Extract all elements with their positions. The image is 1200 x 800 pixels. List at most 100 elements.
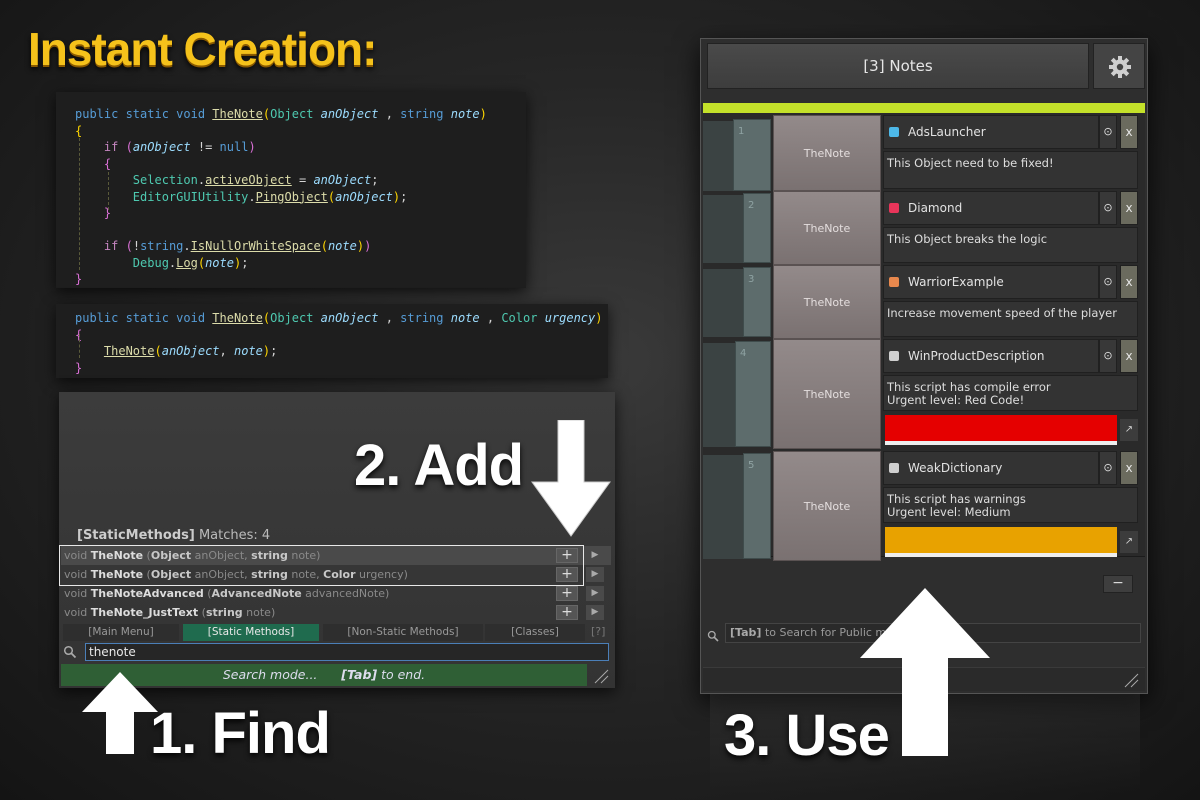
- note-object-name: AdsLauncher: [908, 125, 986, 139]
- status-prefix: Search mode...: [222, 667, 318, 682]
- note-text[interactable]: Increase movement speed of the player: [883, 301, 1138, 337]
- note-gutter: [703, 455, 743, 559]
- note-index[interactable]: 1: [733, 119, 771, 191]
- eyedropper-icon[interactable]: ↗: [1120, 419, 1138, 441]
- arrow-up-icon: [80, 670, 160, 756]
- note-gutter: [703, 343, 735, 447]
- code-token: string: [400, 311, 451, 325]
- eyedropper-icon[interactable]: ↗: [1120, 531, 1138, 553]
- add-method-button[interactable]: +: [556, 586, 578, 601]
- result-row[interactable]: void TheNoteAdvanced (AdvancedNote advan…: [61, 584, 611, 603]
- code-token: PingObject: [255, 189, 328, 204]
- code-line: }: [75, 205, 526, 222]
- note-item: 2 TheNote Diamond ⊙ x This Object breaks the …: [703, 189, 1145, 265]
- code-line: {: [75, 156, 526, 173]
- note-index[interactable]: 2: [743, 193, 771, 263]
- note-item: 1 TheNote AdsLauncher ⊙ x This Object need to…: [703, 113, 1145, 191]
- note-index[interactable]: 5: [743, 453, 771, 559]
- note-remove-button[interactable]: x: [1120, 451, 1138, 485]
- note-ping-icon[interactable]: ⊙: [1099, 339, 1117, 373]
- note-object-field[interactable]: WinProductDescription: [883, 339, 1099, 373]
- run-method-icon[interactable]: ▶: [586, 567, 604, 582]
- code-token: void: [176, 107, 213, 121]
- note-ping-icon[interactable]: ⊙: [1099, 265, 1117, 299]
- note-urgency-color[interactable]: [883, 413, 1119, 447]
- note-text[interactable]: This script has warnings Urgent level: M…: [883, 487, 1138, 523]
- code-line: {: [75, 327, 608, 344]
- note-object-field[interactable]: WeakDictionary: [883, 451, 1099, 485]
- code-token: string: [400, 107, 451, 121]
- mode-tab[interactable]: [Non-Static Methods]: [323, 624, 483, 641]
- note-ping-icon[interactable]: ⊙: [1099, 115, 1117, 149]
- mode-tab[interactable]: [Main Menu]: [63, 624, 179, 641]
- code-token: }: [75, 360, 83, 375]
- note-text[interactable]: This script has compile error Urgent lev…: [883, 375, 1138, 411]
- search-input[interactable]: thenote: [85, 643, 609, 661]
- note-ping-icon[interactable]: ⊙: [1099, 451, 1117, 485]
- result-param-token: (: [203, 587, 212, 600]
- note-text[interactable]: This Object breaks the logic: [883, 227, 1138, 263]
- help-button[interactable]: [?]: [591, 625, 605, 638]
- code-token: note: [450, 107, 480, 121]
- note-object-name: WinProductDescription: [908, 349, 1045, 363]
- code-token: TheNote: [103, 344, 155, 358]
- note-ping-icon[interactable]: ⊙: [1099, 191, 1117, 225]
- run-method-icon[interactable]: ▶: [586, 605, 604, 620]
- note-ping-button[interactable]: TheNote: [773, 191, 881, 265]
- note-item: 3 TheNote WarriorExample ⊙ x Increase movemen…: [703, 263, 1145, 339]
- code-token: ): [248, 140, 256, 154]
- note-object-field[interactable]: WarriorExample: [883, 265, 1099, 299]
- note-object-field[interactable]: Diamond: [883, 191, 1099, 225]
- run-method-icon[interactable]: ▶: [586, 586, 604, 601]
- search-icon: [63, 644, 77, 659]
- note-index[interactable]: 3: [743, 267, 771, 337]
- resize-grip-icon[interactable]: [1123, 672, 1139, 688]
- result-param-token: string: [205, 606, 243, 619]
- code-line: public static void TheNote(Object anObje…: [75, 106, 526, 123]
- mode-tab[interactable]: [Static Methods]: [183, 624, 319, 641]
- result-row[interactable]: void TheNote_JustText (string note) + ▶: [61, 603, 611, 622]
- settings-button[interactable]: [1093, 43, 1145, 89]
- result-param-token: note): [242, 606, 276, 619]
- resize-grip-icon[interactable]: [593, 668, 609, 684]
- code-token: (: [125, 140, 133, 154]
- run-method-icon[interactable]: ▶: [586, 548, 604, 563]
- remove-note-button[interactable]: −: [1103, 575, 1133, 593]
- code-token: EditorGUIUtility: [132, 189, 249, 204]
- note-remove-button[interactable]: x: [1120, 265, 1138, 299]
- note-gutter: [703, 195, 743, 263]
- note-remove-button[interactable]: x: [1120, 115, 1138, 149]
- note-index[interactable]: 4: [735, 341, 771, 447]
- note-ping-button[interactable]: TheNote: [773, 115, 881, 191]
- note-remove-button[interactable]: x: [1120, 191, 1138, 225]
- note-urgency-color[interactable]: [883, 525, 1119, 559]
- note-remove-button[interactable]: x: [1120, 339, 1138, 373]
- code-token: (: [197, 255, 206, 270]
- add-method-button[interactable]: +: [556, 605, 578, 620]
- notes-search-key: [Tab]: [730, 626, 762, 639]
- note-text[interactable]: This Object need to be fixed!: [883, 151, 1138, 189]
- note-item: 4 TheNote WinProductDescription ⊙ x This scri…: [703, 337, 1145, 449]
- code-line: Selection.activeObject = anObject;: [75, 172, 526, 189]
- results-header: [StaticMethods] Matches: 4: [77, 528, 270, 543]
- code-token: Log: [176, 255, 198, 270]
- code-token: anObject: [313, 173, 372, 187]
- note-ping-button[interactable]: TheNote: [773, 451, 881, 561]
- note-ping-button[interactable]: TheNote: [773, 265, 881, 339]
- code-token: ,: [378, 107, 401, 121]
- result-param-token: advancedNote): [301, 587, 390, 600]
- code-line: public static void TheNote(Object anObje…: [75, 310, 608, 327]
- mode-tab[interactable]: [Classes]: [485, 624, 585, 641]
- headline: Instant Creation:: [28, 23, 377, 75]
- note-ping-button[interactable]: TheNote: [773, 339, 881, 449]
- code-token: TheNote: [212, 107, 263, 121]
- code-token: .: [183, 239, 191, 253]
- code-token: ;: [241, 255, 249, 270]
- step-add-label: 2. Add: [354, 433, 524, 498]
- code-token: {: [103, 156, 112, 171]
- note-object-field[interactable]: AdsLauncher: [883, 115, 1099, 149]
- code-token: anObject: [161, 344, 220, 358]
- code-token: .: [197, 173, 206, 187]
